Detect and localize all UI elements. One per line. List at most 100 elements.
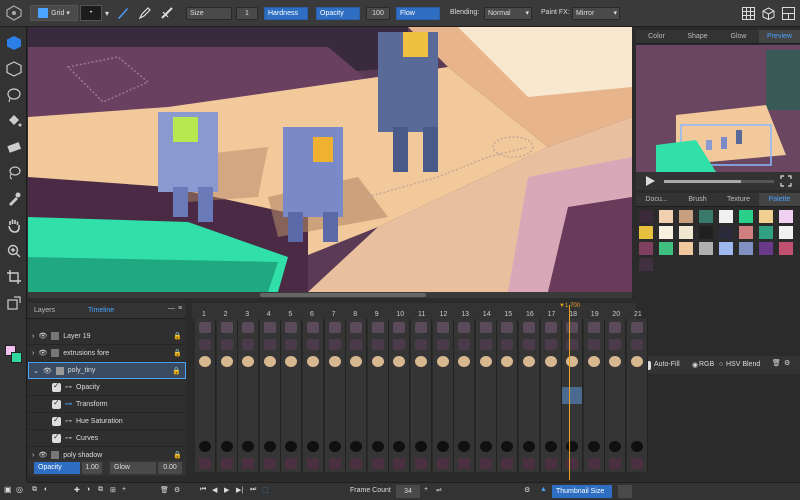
timeline-cell[interactable] [583,387,605,404]
timeline-cell[interactable] [238,455,260,472]
palette-swatch[interactable] [719,210,733,223]
frame-number[interactable]: 1 [202,311,206,318]
frame-number[interactable]: 10 [396,311,404,318]
timeline-cell[interactable] [281,421,303,438]
palette-swatch[interactable] [739,226,753,239]
timeline-cell[interactable] [562,404,584,421]
layer-opacity-slider[interactable]: Opacity [34,462,80,474]
timeline-cell[interactable] [627,404,648,421]
tab-texture[interactable]: Texture [718,193,759,206]
timeline-cell[interactable] [281,387,303,404]
timeline-cell[interactable] [195,370,216,387]
timeline-cell[interactable] [627,421,648,438]
timeline-cell[interactable] [519,336,540,353]
palette-swatch[interactable] [679,242,693,255]
layer-opacity-input[interactable]: 1.00 [82,462,102,474]
trash-icon[interactable]: 🗑 [772,359,781,367]
timeline-cell[interactable] [411,455,432,472]
timeline-cell[interactable] [216,404,238,421]
timeline-cell[interactable] [475,455,497,472]
timeline-cell[interactable] [432,370,454,387]
timeline-cell[interactable] [389,421,411,438]
timeline-cell[interactable] [562,336,584,353]
glow-slider[interactable]: Glow [110,462,156,474]
frame-number[interactable]: 2 [224,311,228,318]
add-effect-icon[interactable]: ✚ [74,486,80,494]
timeline-cell[interactable] [605,387,627,404]
play-icon[interactable]: ▶ [224,486,229,494]
effect-row[interactable]: ⊶ Hue Saturation [28,413,186,430]
timeline-cell[interactable] [195,455,216,472]
frame-number[interactable]: 5 [288,311,292,318]
palette-swatch[interactable] [659,226,673,239]
effect-checkbox[interactable] [52,398,61,409]
secondary-color-swatch[interactable] [11,352,22,363]
timeline-cell[interactable] [562,353,584,370]
timeline-cell[interactable] [216,370,238,387]
adjust-frames-icon[interactable]: ⇌ [436,486,442,494]
timeline-cell[interactable] [216,455,238,472]
chevron-right-icon[interactable]: › [32,452,34,459]
timeline-cell[interactable] [432,387,454,404]
timeline-cell[interactable] [389,319,411,336]
timeline-cell[interactable] [259,370,281,387]
tab-color[interactable]: Color [636,30,677,43]
timeline-cell[interactable] [519,404,540,421]
timeline-cell[interactable] [627,455,648,472]
timeline-cell[interactable] [475,370,497,387]
chevron-right-icon[interactable]: › [32,350,34,357]
timeline-cell[interactable] [583,455,605,472]
timeline-cell[interactable] [411,370,432,387]
palette-swatch[interactable] [779,242,793,255]
palette-swatch[interactable] [759,242,773,255]
timeline-cell[interactable] [259,387,281,404]
palette-swatch[interactable] [679,210,693,223]
canvas-scrollbar-thumb[interactable] [260,293,426,297]
palette-swatch[interactable] [639,226,653,239]
last-frame-icon[interactable]: ⏭ [250,486,256,494]
timeline-cell[interactable] [605,336,627,353]
timeline-cell[interactable] [389,455,411,472]
timeline-cell[interactable] [605,370,627,387]
timeline-cell[interactable] [238,353,260,370]
timeline-cell[interactable] [475,404,497,421]
timeline-cell[interactable] [281,336,303,353]
brush-icon[interactable] [114,5,132,21]
timeline-cell[interactable] [324,404,346,421]
size-input[interactable]: 1 [236,7,258,20]
timeline-cell[interactable] [346,404,368,421]
frame-number[interactable]: 15 [504,311,512,318]
timeline-cell[interactable] [627,319,648,336]
timeline-cell[interactable] [216,353,238,370]
timeline-cell[interactable] [562,387,584,404]
timeline-cell[interactable] [346,455,368,472]
timeline-cell[interactable] [281,455,303,472]
timeline-cell[interactable] [259,336,281,353]
frame-number[interactable]: 9 [375,311,379,318]
mask-icon[interactable]: ◑ [86,486,90,493]
timeline-cell[interactable] [389,370,411,387]
hsv-radio[interactable]: ○ [719,361,723,368]
timeline-cell[interactable] [540,404,562,421]
glow-input[interactable]: 0.00 [158,462,182,474]
timeline-cell[interactable] [432,404,454,421]
timeline-cell[interactable] [605,404,627,421]
timeline-cell[interactable] [216,387,238,404]
grid-dropdown[interactable]: Grid ▾ [30,5,78,21]
timeline-cell[interactable] [583,336,605,353]
timeline-cell[interactable] [454,336,476,353]
palette-swatch[interactable] [679,226,693,239]
grid-view-icon[interactable] [740,5,756,21]
timeline-cell[interactable] [562,319,584,336]
tab-timeline[interactable]: Timeline [88,307,114,314]
timeline-cell[interactable] [540,387,562,404]
timeline-cell[interactable] [432,353,454,370]
hand-icon[interactable] [4,215,23,234]
effect-row[interactable]: ⊶ Opacity [28,379,186,396]
timeline-cell[interactable] [540,455,562,472]
layer-row-selected[interactable]: ⌄ 👁 poly_tiny 🔒 [28,362,186,379]
timeline-cell[interactable] [583,404,605,421]
timeline-cell[interactable] [303,387,324,404]
timeline-cell[interactable] [367,404,389,421]
frame-number[interactable]: 17 [548,311,556,318]
